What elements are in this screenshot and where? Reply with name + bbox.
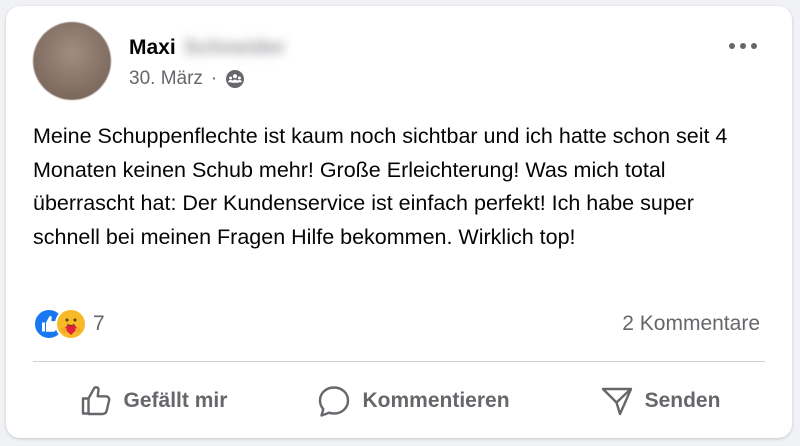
send-icon — [601, 387, 632, 416]
author-last-name-blurred: Schneider — [183, 36, 286, 59]
reactions-summary[interactable]: 7 — [33, 308, 105, 340]
comment-icon — [319, 386, 350, 417]
author-first-name[interactable]: Maxi — [129, 36, 176, 60]
post-card: Maxi Schneider 30. März · Meine Schuppen… — [6, 6, 792, 438]
reaction-count: 7 — [93, 312, 105, 335]
care-icon — [55, 308, 87, 340]
actions-divider — [33, 361, 765, 362]
post-date[interactable]: 30. März — [129, 68, 203, 90]
meta-separator: · — [210, 68, 218, 89]
send-button-label: Senden — [644, 389, 721, 412]
send-button[interactable]: Senden — [583, 375, 737, 427]
like-button-label: Gefällt mir — [123, 389, 228, 412]
comment-button-label: Kommentieren — [362, 389, 510, 412]
friends-icon[interactable] — [225, 69, 245, 89]
like-button[interactable]: Gefällt mir — [62, 375, 244, 427]
thumbs-up-icon — [81, 386, 110, 416]
comments-count-link[interactable]: 2 Kommentare — [622, 312, 760, 336]
more-horizontal-icon[interactable] — [728, 36, 758, 56]
post-text: Meine Schuppenflechte ist kaum noch sich… — [33, 124, 728, 249]
post-meta: 30. März · — [129, 68, 245, 90]
comment-button[interactable]: Kommentieren — [300, 375, 525, 427]
avatar[interactable] — [33, 22, 111, 100]
post-actions: Gefällt mir Kommentieren Senden — [33, 370, 765, 432]
author-name[interactable]: Maxi Schneider — [129, 36, 285, 60]
